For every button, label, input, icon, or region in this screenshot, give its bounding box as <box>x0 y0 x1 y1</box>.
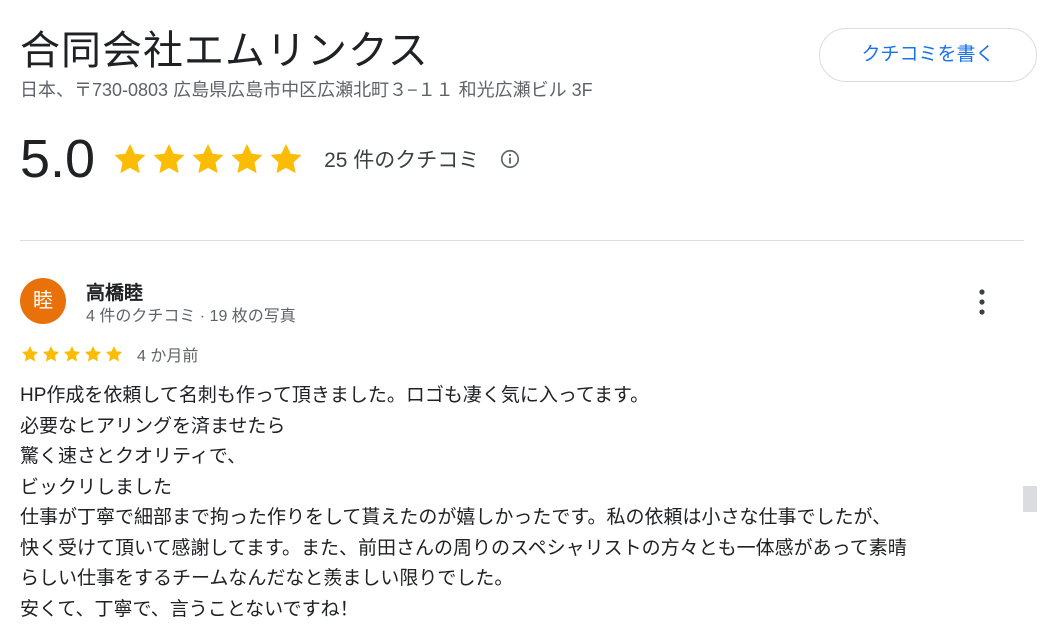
reviewer-name[interactable]: 高橋睦 <box>86 278 143 305</box>
review-line: らしい仕事をするチームなんだなと羨ましい限りでした。 <box>20 568 514 589</box>
star-icon <box>231 143 263 174</box>
average-star-rating <box>111 140 306 178</box>
review-text: HP作成を依頼して名刺も作って頂きました。ロゴも凄く気に入ってます。 必要なヒア… <box>20 381 1020 625</box>
review-date: 4 か月前 <box>137 348 199 365</box>
place-reviews-panel: 合同会社エムリンクス 日本、〒730-0803 広島県広島市中区広瀬北町３−１１… <box>0 0 1049 637</box>
section-divider <box>20 240 1024 241</box>
business-title: 合同会社エムリンクス <box>20 29 429 73</box>
review-line: ビックリしました <box>20 476 173 498</box>
review-line: 驚く速さとクオリティで、 <box>20 446 247 467</box>
review-count[interactable]: 25 件のクチコミ <box>324 144 479 174</box>
star-icon <box>153 143 185 174</box>
review-line: 安くて、丁寧で、言うことないですね！ <box>20 598 359 620</box>
write-review-button[interactable]: クチコミを書く <box>819 28 1037 82</box>
star-icon <box>21 346 39 362</box>
star-icon <box>84 346 102 362</box>
rating-summary: 5.0 25 件のクチコミ <box>20 124 521 194</box>
average-rating: 5.0 <box>20 129 96 189</box>
review-star-rating <box>20 344 125 364</box>
review-line: 必要なヒアリングを済ませたら <box>20 415 286 437</box>
business-address: 日本、〒730-0803 広島県広島市中区広瀬北町３−１１ 和光広瀬ビル 3F <box>20 80 593 100</box>
star-icon <box>105 346 123 362</box>
avatar[interactable]: 睦 <box>20 278 66 324</box>
review-line: 快く受けて頂いて感謝してます。また、前田さんの周りのスペシャリストの方々とも一体… <box>20 537 907 559</box>
star-icon <box>42 346 60 362</box>
star-icon <box>114 143 146 174</box>
scrollbar-thumb[interactable] <box>1023 486 1037 512</box>
reviewer-meta[interactable]: 4 件のクチコミ · 19 枚の写真 <box>86 302 296 326</box>
review-line: 仕事が丁寧で細部まで拘った作りをして貰えたのが嬉しかったです。私の依頼は小さな仕… <box>20 507 892 528</box>
star-icon <box>192 143 224 174</box>
review-rating: 4 か月前 <box>20 342 198 366</box>
star-icon <box>270 143 302 174</box>
more-options-icon[interactable] <box>970 286 994 318</box>
review-line: HP作成を依頼して名刺も作って頂きました。ロゴも凄く気に入ってます。 <box>20 385 650 406</box>
info-icon[interactable] <box>499 148 521 170</box>
star-icon <box>63 346 81 362</box>
